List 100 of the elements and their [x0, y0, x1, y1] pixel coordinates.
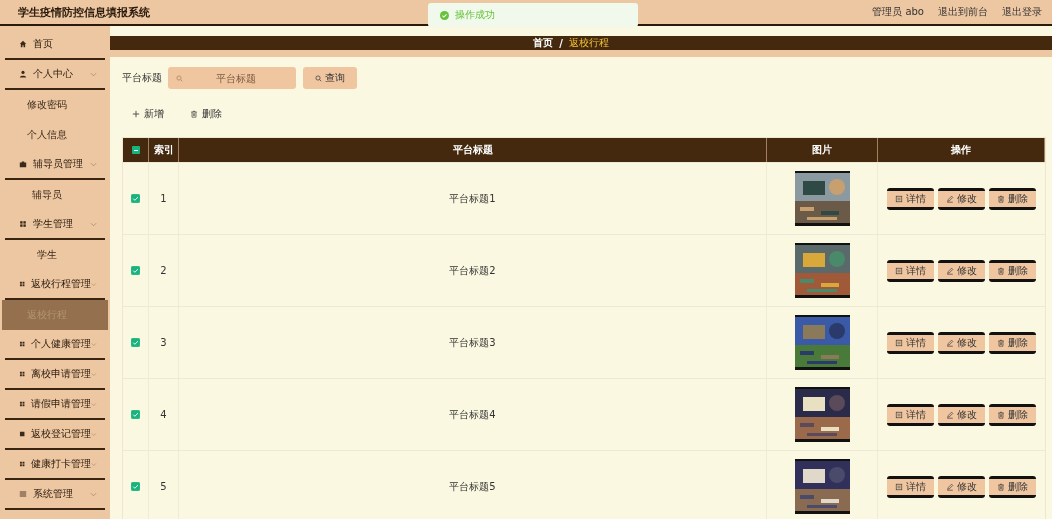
search-field[interactable]: 平台标题: [168, 67, 296, 89]
table-cell: 2: [149, 235, 179, 306]
document-icon: [895, 266, 903, 275]
detail-button[interactable]: 详情: [887, 187, 934, 210]
menu-item[interactable]: 返校登记管理: [5, 420, 105, 450]
detail-button[interactable]: 详情: [887, 403, 934, 426]
menu-item[interactable]: 辅导员管理: [5, 150, 105, 180]
menu-item[interactable]: 系统管理: [5, 480, 105, 510]
delete-button[interactable]: 删除: [989, 187, 1036, 210]
column-header: 平台标题: [179, 138, 767, 162]
grid-icon: [19, 460, 26, 468]
chevron-down-icon: [91, 371, 97, 377]
submenu-item[interactable]: 个人信息: [2, 120, 108, 150]
column-header: 索引: [149, 138, 179, 162]
chevron-down-icon: [91, 281, 97, 287]
header-link[interactable]: 退出登录: [1002, 5, 1042, 19]
app-title: 学生疫情防控信息填报系统: [18, 4, 150, 20]
table-cell: 1: [149, 163, 179, 234]
table-cell: 平台标题3: [179, 307, 767, 378]
submenu-item[interactable]: 学生: [2, 240, 108, 270]
breadcrumb-item[interactable]: 首页: [533, 36, 554, 50]
select-all-checkbox[interactable]: [131, 146, 140, 154]
grid-icon: [19, 400, 26, 408]
delete-button[interactable]: 删除: [989, 259, 1036, 282]
submenu-item[interactable]: 辅导员: [2, 180, 108, 210]
chevron-down-icon: [91, 401, 97, 407]
delete-button[interactable]: 删除: [989, 403, 1036, 426]
briefcase-icon: [19, 160, 27, 168]
delete-button[interactable]: 删除: [989, 475, 1036, 498]
edit-button[interactable]: 修改: [938, 403, 985, 426]
table-cell: 平台标题5: [179, 451, 767, 519]
chevron-down-icon: [90, 491, 97, 497]
chevron-down-icon: [90, 71, 97, 77]
row-checkbox[interactable]: [131, 194, 140, 203]
header-link[interactable]: 退出到前台: [938, 5, 988, 19]
menu-item[interactable]: 个人健康管理: [5, 330, 105, 360]
document-icon: [895, 410, 903, 419]
menu-item[interactable]: 离校申请管理: [5, 360, 105, 390]
column-header: 图片: [767, 138, 878, 162]
menu-item[interactable]: 请假申请管理: [5, 390, 105, 420]
chevron-down-icon: [90, 221, 97, 227]
grid-icon: [19, 340, 26, 348]
detail-button[interactable]: 详情: [887, 475, 934, 498]
book-icon: [19, 430, 26, 438]
search-icon: [176, 74, 183, 82]
row-checkbox[interactable]: [131, 266, 140, 275]
search-label: 平台标题: [122, 71, 162, 85]
detail-button[interactable]: 详情: [887, 259, 934, 282]
grid-icon: [19, 220, 27, 228]
trash-icon: [997, 266, 1005, 275]
add-button[interactable]: 新增: [124, 103, 172, 125]
chevron-down-icon: [91, 341, 97, 347]
trash-icon: [997, 482, 1005, 491]
pencil-icon: [946, 482, 954, 491]
document-icon: [895, 482, 903, 491]
list-icon: [19, 490, 27, 498]
submenu-item[interactable]: 修改密码: [2, 90, 108, 120]
breadcrumb-separator: /: [559, 37, 563, 49]
chevron-down-icon: [90, 161, 97, 167]
column-header: 操作: [878, 138, 1045, 162]
menu-item[interactable]: 健康打卡管理: [5, 450, 105, 480]
trash-icon: [190, 110, 198, 118]
trash-icon: [997, 194, 1005, 203]
row-checkbox[interactable]: [131, 482, 140, 491]
delete-button[interactable]: 删除: [182, 103, 230, 125]
edit-button[interactable]: 修改: [938, 331, 985, 354]
table-cell: 4: [149, 379, 179, 450]
table-cell: 5: [149, 451, 179, 519]
table-cell: 平台标题1: [179, 163, 767, 234]
user-icon: [19, 70, 27, 78]
delete-button[interactable]: 删除: [989, 331, 1036, 354]
document-icon: [895, 338, 903, 347]
menu-item[interactable]: 个人中心: [5, 60, 105, 90]
search-icon: [315, 74, 322, 82]
document-icon: [895, 194, 903, 203]
edit-button[interactable]: 修改: [938, 475, 985, 498]
search-button[interactable]: 查询: [303, 67, 357, 89]
edit-button[interactable]: 修改: [938, 259, 985, 282]
pencil-icon: [946, 338, 954, 347]
menu-item[interactable]: 学生管理: [5, 210, 105, 240]
trash-icon: [997, 338, 1005, 347]
edit-button[interactable]: 修改: [938, 187, 985, 210]
row-checkbox[interactable]: [131, 410, 140, 419]
grid-icon: [19, 280, 26, 288]
trash-icon: [997, 410, 1005, 419]
table-cell: 平台标题2: [179, 235, 767, 306]
detail-button[interactable]: 详情: [887, 331, 934, 354]
user-label: 管理员 abo: [872, 5, 924, 19]
home-icon: [19, 40, 27, 48]
row-checkbox[interactable]: [131, 338, 140, 347]
table-cell: 平台标题4: [179, 379, 767, 450]
pencil-icon: [946, 266, 954, 275]
grid-icon: [19, 370, 26, 378]
breadcrumb-item: 返校行程: [568, 36, 609, 50]
table-cell: 3: [149, 307, 179, 378]
chevron-down-icon: [91, 461, 97, 467]
plus-icon: [132, 110, 140, 118]
check-circle-icon: [440, 10, 449, 20]
toast-message: 操作成功: [455, 8, 495, 22]
menu-item[interactable]: 首页: [5, 30, 105, 60]
